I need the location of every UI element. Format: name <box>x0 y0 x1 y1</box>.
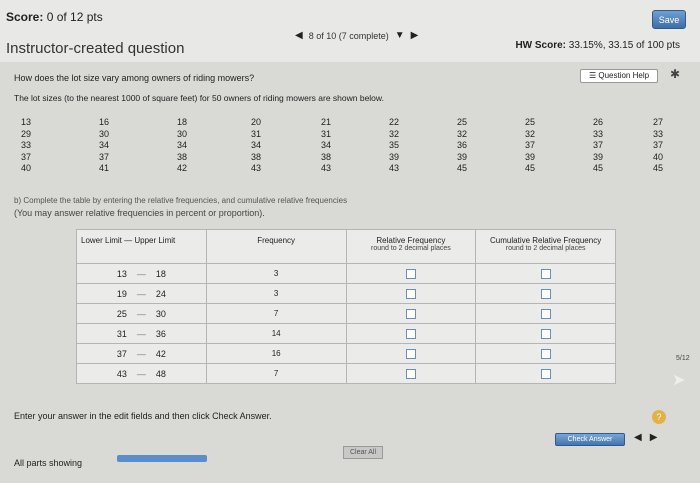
score: Score: 0 of 12 pts <box>6 10 103 24</box>
page-title: Instructor-created question <box>6 40 185 57</box>
header-cumulative-frequency: Cumulative Relative Frequency round to 2… <box>475 229 616 264</box>
clear-all-button[interactable]: Clear All <box>343 446 383 459</box>
frequency-table: Lower Limit — Upper Limit Frequency Rela… <box>76 229 616 384</box>
gear-icon[interactable]: ✱ <box>670 67 680 81</box>
save-button[interactable]: Save <box>652 10 686 29</box>
check-answer-button[interactable]: Check Answer <box>555 433 625 446</box>
data-column: 27 33 37 40 45 <box>652 117 663 173</box>
list-icon: ☰ <box>588 71 597 80</box>
header-relative-frequency: Relative Frequency round to 2 decimal pl… <box>345 229 477 264</box>
data-column: 20 31 34 38 43 <box>250 117 261 173</box>
table-row: 37—42 16 <box>76 343 616 364</box>
data-column: 25 32 36 39 45 <box>456 117 467 173</box>
help-icon[interactable]: ? <box>652 410 666 424</box>
relative-frequency-input[interactable] <box>405 268 416 279</box>
hw-score-label: HW Score: <box>515 40 567 51</box>
collapse-arrow-icon[interactable]: ➤ <box>672 370 694 390</box>
hw-score: HW Score: 33.15%, 33.15 of 100 pts <box>515 40 680 51</box>
frequency-value: 16 <box>205 343 347 364</box>
instruction-note: (You may answer relative frequencies in … <box>14 208 265 218</box>
previous-arrow-icon[interactable]: ◀ <box>634 432 642 443</box>
data-column: 22 32 35 39 43 <box>388 117 399 173</box>
relative-frequency-input[interactable] <box>405 368 416 379</box>
relative-frequency-input[interactable] <box>405 288 416 299</box>
relative-frequency-cell <box>345 303 477 324</box>
data-column: 16 30 34 37 41 <box>98 117 109 173</box>
cumulative-frequency-input[interactable] <box>540 288 551 299</box>
all-parts-showing: All parts showing <box>14 458 83 468</box>
table-row: 43—48 7 <box>76 363 616 384</box>
question-help-button[interactable]: ☰ Question Help <box>580 69 658 83</box>
class-limits: 37—42 <box>76 343 207 364</box>
relative-frequency-input[interactable] <box>405 328 416 339</box>
next-question-icon[interactable]: ▶ <box>411 30 419 41</box>
question-nav: ◀ 8 of 10 (7 complete) ▼ ▶ <box>295 30 418 41</box>
frequency-value: 3 <box>205 283 347 304</box>
table-header-row: Lower Limit — Upper Limit Frequency Rela… <box>76 229 616 264</box>
relative-frequency-cell <box>345 263 477 284</box>
score-value: 0 of 12 pts <box>46 10 103 24</box>
question-pager: ◀ ▶ <box>634 432 657 443</box>
relative-frequency-cell <box>345 343 477 364</box>
cumulative-frequency-cell <box>475 323 616 344</box>
relative-frequency-cell <box>345 283 477 304</box>
cumulative-frequency-cell <box>475 263 616 284</box>
question-data-intro: The lot sizes (to the nearest 1000 of sq… <box>14 93 384 103</box>
data-column: 18 30 34 38 42 <box>176 117 187 173</box>
relative-frequency-input[interactable] <box>405 308 416 319</box>
table-row: 19—24 3 <box>76 283 616 304</box>
cumulative-frequency-input[interactable] <box>540 348 551 359</box>
cumulative-frequency-cell <box>475 343 616 364</box>
class-limits: 43—48 <box>76 363 207 384</box>
class-limits: 19—24 <box>76 283 207 304</box>
data-column: 25 32 37 39 45 <box>524 117 535 173</box>
frequency-value: 7 <box>205 363 347 384</box>
instruction-part-b: b) Complete the table by entering the re… <box>14 196 348 205</box>
cumulative-frequency-cell <box>475 303 616 324</box>
class-limits: 25—30 <box>76 303 207 324</box>
data-column: 21 31 34 38 43 <box>320 117 331 173</box>
question-text: How does the lot size vary among owners … <box>14 73 255 83</box>
parts-progress-bar <box>117 455 207 462</box>
question-progress: 8 of 10 (7 complete) <box>308 30 389 41</box>
frequency-value: 14 <box>205 323 347 344</box>
frequency-value: 7 <box>205 303 347 324</box>
previous-question-icon[interactable]: ◀ <box>295 30 303 41</box>
relative-frequency-input[interactable] <box>405 348 416 359</box>
cumulative-frequency-input[interactable] <box>540 268 551 279</box>
frequency-value: 3 <box>205 263 347 284</box>
class-limits: 13—18 <box>76 263 207 284</box>
next-arrow-icon[interactable]: ▶ <box>650 432 658 443</box>
data-column: 26 33 37 39 45 <box>592 117 603 173</box>
enter-answer-instruction: Enter your answer in the edit fields and… <box>14 411 272 421</box>
header-limits: Lower Limit — Upper Limit <box>76 229 207 264</box>
header-frequency: Frequency <box>205 229 347 264</box>
side-tab-label: 5/12 <box>676 355 690 362</box>
cumulative-frequency-input[interactable] <box>540 328 551 339</box>
table-row: 13—18 3 <box>76 263 616 284</box>
cumulative-frequency-input[interactable] <box>540 308 551 319</box>
hw-score-value: 33.15%, 33.15 of 100 pts <box>568 40 680 51</box>
cumulative-frequency-cell <box>475 283 616 304</box>
score-label: Score: <box>6 10 44 24</box>
relative-frequency-cell <box>345 363 477 384</box>
progress-dropdown-icon[interactable]: ▼ <box>395 30 405 41</box>
cumulative-frequency-input[interactable] <box>540 368 551 379</box>
question-help-label: Question Help <box>598 71 650 80</box>
data-grid: 13 29 33 37 40 16 30 34 37 41 18 30 34 3… <box>14 117 686 195</box>
relative-frequency-cell <box>345 323 477 344</box>
data-column: 13 29 33 37 40 <box>20 117 31 173</box>
cumulative-frequency-cell <box>475 363 616 384</box>
table-row: 25—30 7 <box>76 303 616 324</box>
class-limits: 31—36 <box>76 323 207 344</box>
table-row: 31—36 14 <box>76 323 616 344</box>
